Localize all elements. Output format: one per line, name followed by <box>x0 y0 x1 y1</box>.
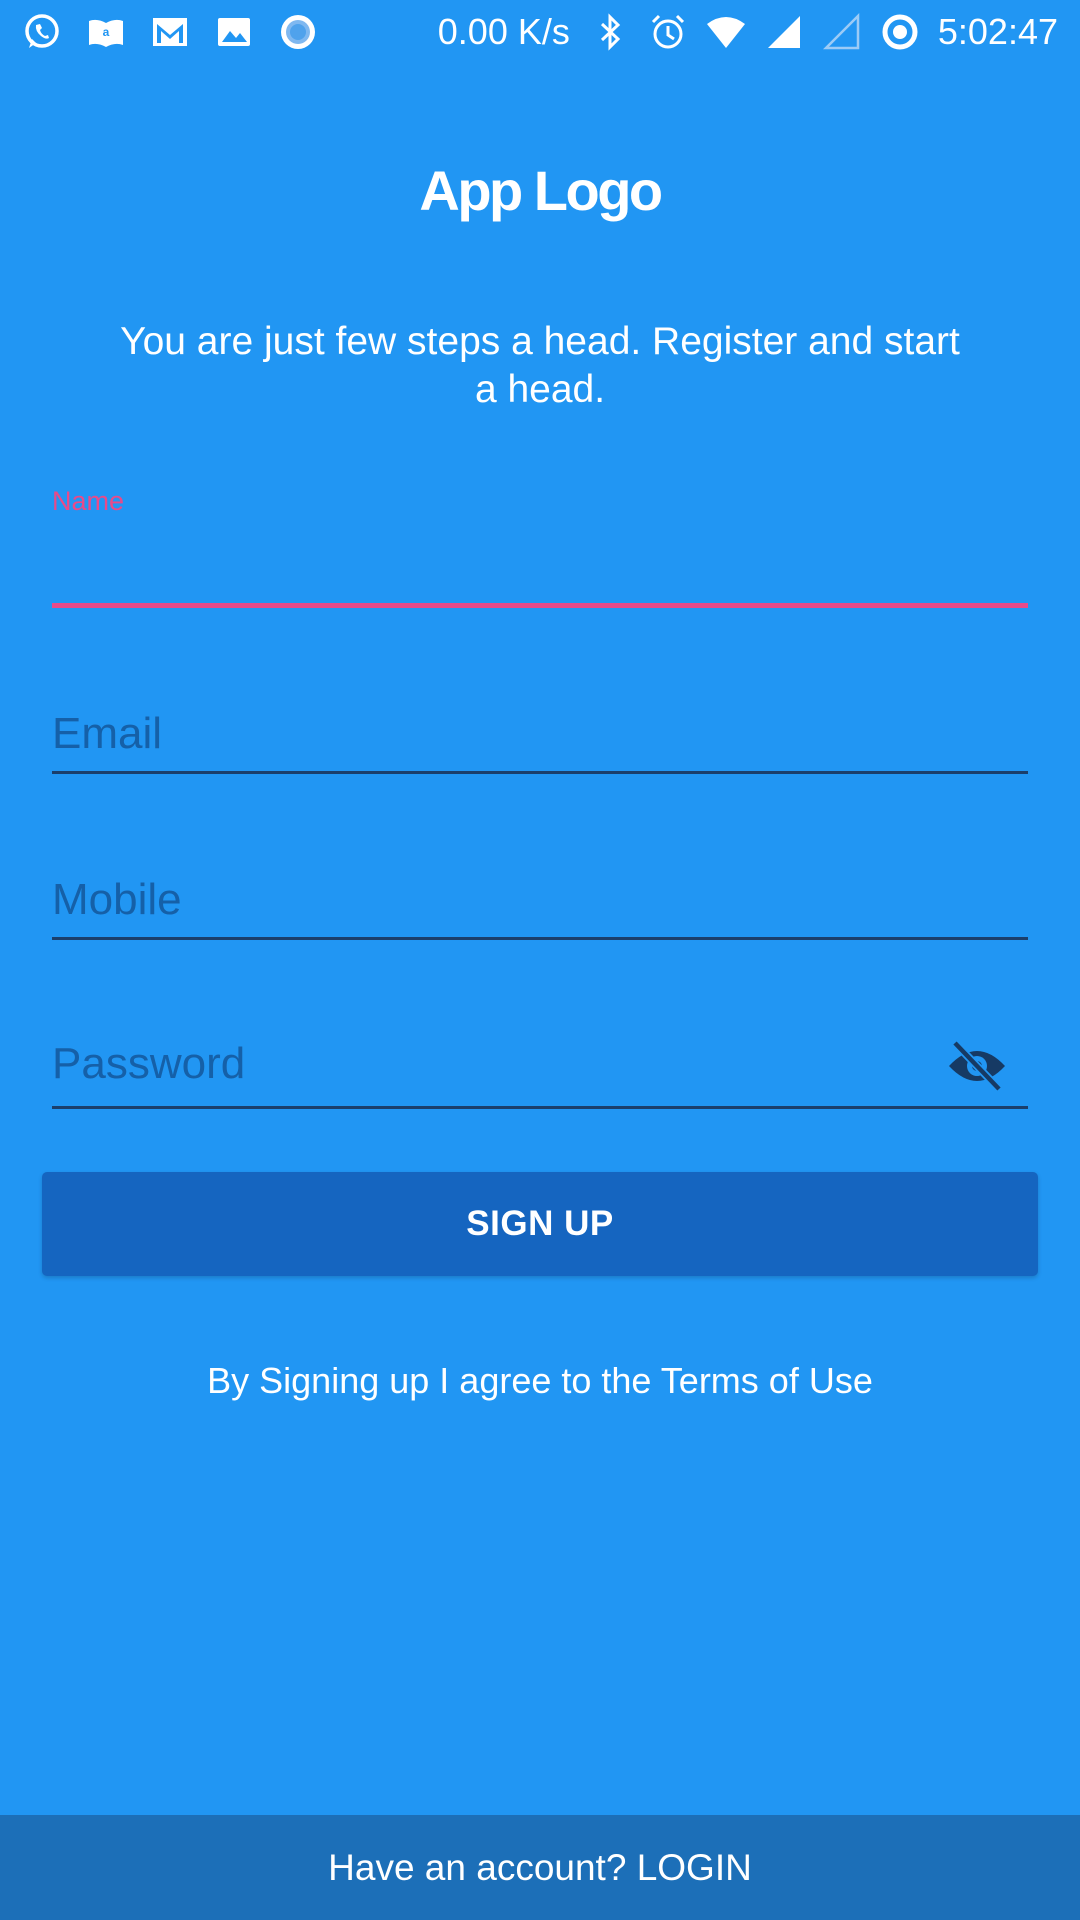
network-speed: 0.00 K/s <box>437 11 570 52</box>
wifi-icon <box>706 12 746 52</box>
mobile-underline <box>52 937 1028 940</box>
name-input[interactable] <box>52 530 1028 590</box>
amazon-kindle-icon: a <box>86 12 126 52</box>
visibility-off-icon[interactable] <box>946 1038 1008 1094</box>
mobile-field[interactable] <box>52 866 1028 946</box>
record-icon <box>278 12 318 52</box>
whatsapp-icon <box>22 12 62 52</box>
mobile-input[interactable] <box>52 870 1028 930</box>
alarm-icon <box>648 12 688 52</box>
gallery-icon <box>214 12 254 52</box>
signal-empty-icon <box>822 12 862 52</box>
status-bar-system: 0.00 K/s 5:02:47 <box>438 11 1058 53</box>
email-underline <box>52 771 1028 774</box>
name-label: Name <box>52 486 125 516</box>
bluetooth-icon <box>590 12 630 52</box>
password-input[interactable] <box>52 1034 938 1094</box>
clock: 5:02:47 <box>937 11 1058 52</box>
status-bar-notifications: a <box>22 12 342 52</box>
terms-of-use-text[interactable]: By Signing up I agree to the Terms of Us… <box>0 1360 1080 1402</box>
status-bar: a 0.00 K/s 5:02:47 <box>0 0 1080 64</box>
svg-text:a: a <box>103 25 110 39</box>
email-input[interactable] <box>52 704 1028 764</box>
tagline: You are just few steps a head. Register … <box>120 320 960 411</box>
login-link[interactable]: Have an account? LOGIN <box>328 1847 752 1889</box>
data-saver-icon <box>880 12 920 52</box>
signup-button[interactable]: SIGN UP <box>42 1172 1038 1276</box>
email-field[interactable] <box>52 700 1028 780</box>
name-field[interactable]: Name <box>52 480 1028 610</box>
login-bar[interactable]: Have an account? LOGIN <box>0 1815 1080 1920</box>
app-logo: App Logo <box>419 159 663 222</box>
password-field[interactable] <box>52 1030 1028 1110</box>
password-underline <box>52 1106 1028 1109</box>
gmail-icon <box>150 12 190 52</box>
name-underline <box>52 603 1028 608</box>
signal-full-icon <box>764 12 804 52</box>
